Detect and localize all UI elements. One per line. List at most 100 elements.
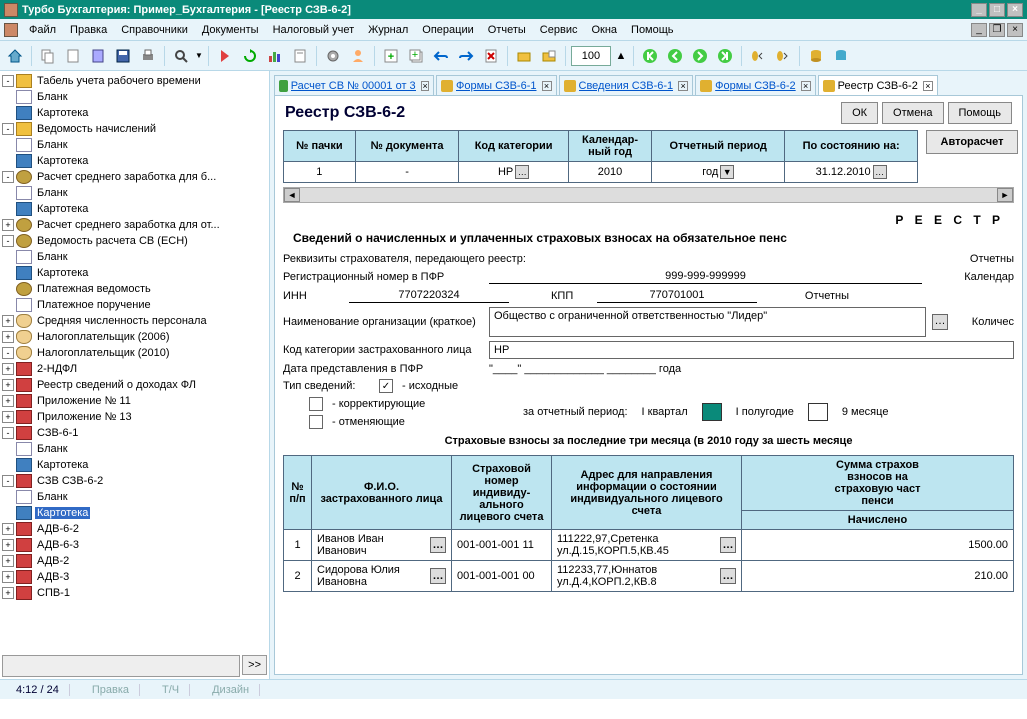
cell-fio[interactable]: Иванов Иван Иванович…	[312, 530, 452, 561]
tab-close-icon[interactable]: ×	[421, 81, 429, 91]
home-icon[interactable]	[4, 45, 26, 67]
db-icon[interactable]	[805, 45, 827, 67]
tree-node[interactable]: +Средняя численность персонала	[2, 313, 267, 329]
menu-service[interactable]: Сервис	[533, 21, 585, 39]
menu-docs[interactable]: Документы	[195, 21, 266, 39]
search-icon[interactable]	[170, 45, 192, 67]
swatch-h1[interactable]	[808, 403, 828, 421]
expand-icon[interactable]: +	[2, 523, 14, 535]
menu-file[interactable]: Файл	[22, 21, 63, 39]
tab-close-icon[interactable]: ×	[542, 81, 552, 91]
swatch-q1[interactable]	[702, 403, 722, 421]
expand-icon[interactable]: -	[2, 427, 14, 439]
tree-node[interactable]: Бланк	[2, 89, 267, 105]
expand-icon[interactable]: +	[2, 379, 14, 391]
tree-node[interactable]: Картотека	[2, 153, 267, 169]
table-row[interactable]: 2 Сидорова Юлия Ивановна… 001-001-001 00…	[284, 561, 1014, 592]
date-picker-icon[interactable]: …	[873, 165, 887, 179]
expand-icon[interactable]: -	[2, 171, 14, 183]
doc-tab[interactable]: Расчет СВ № 00001 от 31.01.2011×	[274, 75, 434, 95]
tab-close-icon[interactable]: ×	[801, 81, 811, 91]
expand-icon[interactable]: +	[2, 315, 14, 327]
tree-node[interactable]: -Ведомость расчета СВ (ЕСН)	[2, 233, 267, 249]
tree-node[interactable]: +СПВ-1	[2, 585, 267, 601]
cell-addr[interactable]: 112233,77,Юннатов ул.Д.4,КОРП.2,КВ.8…	[552, 561, 742, 592]
menu-tax[interactable]: Налоговый учет	[266, 21, 362, 39]
expand-icon[interactable]: +	[2, 587, 14, 599]
nav-first-icon[interactable]	[639, 45, 661, 67]
check-korr[interactable]	[309, 397, 323, 411]
tree-node[interactable]: Картотека	[2, 265, 267, 281]
expand-icon[interactable]: +	[2, 363, 14, 375]
tree-node[interactable]: Бланк	[2, 441, 267, 457]
tree-node[interactable]: +Реестр сведений о доходах ФЛ	[2, 377, 267, 393]
tree-node[interactable]: -Табель учета рабочего времени	[2, 73, 267, 89]
menu-windows[interactable]: Окна	[584, 21, 624, 39]
zoom-input[interactable]	[571, 46, 611, 66]
tree-node[interactable]: +АДВ-6-2	[2, 521, 267, 537]
field-inn[interactable]: 7707220324	[349, 288, 509, 303]
tree-node[interactable]: -СЗВ СЗВ-6-2	[2, 473, 267, 489]
tree-node[interactable]: Бланк	[2, 489, 267, 505]
print-icon[interactable]	[137, 45, 159, 67]
add2-icon[interactable]: +	[405, 45, 427, 67]
val-asof[interactable]: 31.12.2010…	[785, 162, 918, 183]
fio-picker-icon[interactable]: …	[430, 568, 446, 584]
run-icon[interactable]	[214, 45, 236, 67]
calc-icon[interactable]	[87, 45, 109, 67]
cell-amt[interactable]: 1500.00	[742, 530, 1014, 561]
expand-icon[interactable]: +	[2, 411, 14, 423]
tree-node[interactable]: +Приложение № 11	[2, 393, 267, 409]
db-next-icon[interactable]	[772, 45, 794, 67]
val-pack-no[interactable]: 1	[284, 162, 356, 183]
folder2-icon[interactable]	[538, 45, 560, 67]
org-picker-icon[interactable]: …	[932, 314, 948, 330]
minimize-button[interactable]: _	[971, 3, 987, 17]
gear-icon[interactable]	[322, 45, 344, 67]
tab-close-icon[interactable]: ×	[678, 81, 688, 91]
expand-icon[interactable]: +	[2, 555, 14, 567]
doc-tab[interactable]: Сведения СЗВ-6-1×	[559, 75, 694, 95]
tree-node[interactable]: -Расчет среднего заработка для б...	[2, 169, 267, 185]
tree-node[interactable]: Платежное поручение	[2, 297, 267, 313]
tree-node[interactable]: +2-НДФЛ	[2, 361, 267, 377]
mdi-restore[interactable]: ❐	[989, 23, 1005, 37]
menu-refs[interactable]: Справочники	[114, 21, 195, 39]
new-icon[interactable]	[62, 45, 84, 67]
expand-icon[interactable]: -	[2, 475, 14, 487]
scroll-left-icon[interactable]: ◄	[284, 188, 300, 202]
val-year[interactable]: 2010	[568, 162, 651, 183]
user-icon[interactable]	[347, 45, 369, 67]
doc-tab[interactable]: Формы СЗВ-6-1×	[436, 75, 557, 95]
cell-amt[interactable]: 210.00	[742, 561, 1014, 592]
addr-picker-icon[interactable]: …	[720, 568, 736, 584]
field-kpp[interactable]: 770701001	[597, 288, 757, 303]
field-date-pfr[interactable]: "____" _____________ ________ года	[489, 363, 681, 375]
tree-node[interactable]: Картотека	[2, 105, 267, 121]
cell-snils[interactable]: 001-001-001 11	[452, 530, 552, 561]
tree-pane[interactable]: -Табель учета рабочего времениБланкКарто…	[0, 71, 270, 679]
expand-icon[interactable]: +	[2, 539, 14, 551]
field-org[interactable]: Общество с ограниченной ответственностью…	[489, 307, 926, 337]
period-dropdown-icon[interactable]: ▼	[720, 165, 734, 179]
undo-icon[interactable]	[430, 45, 452, 67]
addr-picker-icon[interactable]: …	[720, 537, 736, 553]
val-period[interactable]: год▼	[652, 162, 785, 183]
tree-node[interactable]: -Налогоплательщик (2010)	[2, 345, 267, 361]
folder-doc-icon[interactable]	[513, 45, 535, 67]
expand-icon[interactable]: -	[2, 75, 14, 87]
val-cat-code[interactable]: НР…	[459, 162, 569, 183]
expand-icon[interactable]: -	[2, 123, 14, 135]
nav-last-icon[interactable]	[714, 45, 736, 67]
cell-fio[interactable]: Сидорова Юлия Ивановна…	[312, 561, 452, 592]
close-button[interactable]: ×	[1007, 3, 1023, 17]
expand-icon[interactable]: +	[2, 219, 14, 231]
tree-node[interactable]: Бланк	[2, 137, 267, 153]
expand-icon[interactable]: +	[2, 571, 14, 583]
expand-icon[interactable]: +	[2, 395, 14, 407]
cancel-button[interactable]: Отмена	[882, 102, 943, 124]
tree-expand-button[interactable]: >>	[242, 655, 267, 675]
tree-node[interactable]: +Налогоплательщик (2006)	[2, 329, 267, 345]
refresh-icon[interactable]	[239, 45, 261, 67]
ok-button[interactable]: ОК	[841, 102, 878, 124]
